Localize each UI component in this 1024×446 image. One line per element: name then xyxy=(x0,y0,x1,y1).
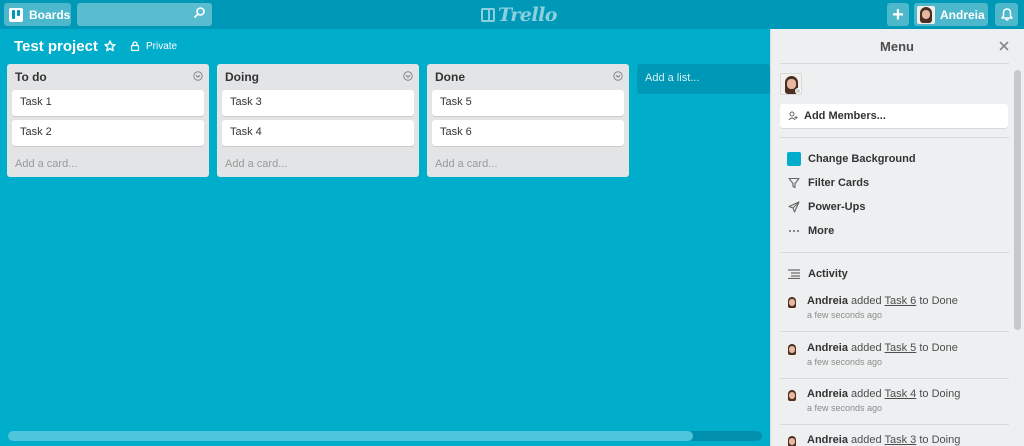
menu-item-label: Power-Ups xyxy=(808,201,866,213)
activity-list-name: Doing xyxy=(931,388,961,400)
list-title[interactable]: To do xyxy=(15,70,47,84)
activity-list-icon xyxy=(788,269,800,279)
search-input[interactable] xyxy=(77,3,212,26)
activity-user[interactable]: Andreia xyxy=(807,295,848,307)
trello-logo-icon xyxy=(481,7,495,22)
filter-icon xyxy=(788,177,800,189)
card-task-4[interactable]: Task 4 xyxy=(222,120,414,146)
divider xyxy=(780,331,1009,332)
activity-list-name: Doing xyxy=(931,434,961,446)
close-icon[interactable] xyxy=(999,41,1009,51)
avatar xyxy=(786,436,798,446)
chevron-down-icon[interactable] xyxy=(613,71,623,81)
list-doing: Doing Task 3 Task 4 Add a card... xyxy=(217,64,419,177)
card-task-6[interactable]: Task 6 xyxy=(432,120,624,146)
chevron-down-icon[interactable] xyxy=(403,71,413,81)
activity-header: Activity xyxy=(786,265,848,283)
add-list-button[interactable]: Add a list... xyxy=(637,64,770,94)
more-dots-icon xyxy=(789,230,799,232)
activity-time[interactable]: a few seconds ago xyxy=(807,357,882,367)
add-card-link[interactable]: Add a card... xyxy=(225,158,287,170)
add-card-link[interactable]: Add a card... xyxy=(435,158,497,170)
add-member-icon xyxy=(788,111,798,121)
board-menu-sidebar: Menu Add Members... Change Background Fi… xyxy=(770,29,1024,446)
activity-time[interactable]: a few seconds ago xyxy=(807,310,882,320)
create-button[interactable]: + xyxy=(887,3,909,26)
activity-label: Activity xyxy=(808,268,848,280)
avatar xyxy=(786,344,798,356)
activity-user[interactable]: Andreia xyxy=(807,434,848,446)
notifications-button[interactable] xyxy=(995,3,1018,26)
menu-item-label: More xyxy=(808,225,835,237)
chevron-down-icon[interactable] xyxy=(193,71,203,81)
background-swatch-icon xyxy=(787,152,801,166)
board-title[interactable]: Test project xyxy=(14,38,98,55)
divider xyxy=(780,137,1009,138)
member-avatar[interactable] xyxy=(780,73,802,95)
add-members-label: Add Members... xyxy=(804,110,886,122)
user-menu-button[interactable]: Andreia xyxy=(914,3,988,26)
search-icon[interactable] xyxy=(194,7,205,18)
activity-card-link[interactable]: Task 4 xyxy=(884,388,916,400)
power-ups-item[interactable]: Power-Ups xyxy=(786,198,865,216)
activity-list-name: Done xyxy=(931,342,958,354)
lock-icon xyxy=(130,41,140,51)
change-background-item[interactable]: Change Background xyxy=(786,150,916,168)
card-task-5[interactable]: Task 5 xyxy=(432,90,624,116)
activity-time[interactable]: a few seconds ago xyxy=(807,403,882,413)
rocket-icon xyxy=(788,201,800,213)
star-icon[interactable] xyxy=(104,40,116,52)
list-to-do: To do Task 1 Task 2 Add a card... xyxy=(7,64,209,177)
activity-card-link[interactable]: Task 6 xyxy=(884,295,916,307)
boards-icon xyxy=(9,7,23,22)
avatar xyxy=(786,390,798,402)
menu-item-label: Change Background xyxy=(808,153,916,165)
filter-cards-item[interactable]: Filter Cards xyxy=(786,174,869,192)
logo-text: Trello xyxy=(498,3,557,26)
activity-user[interactable]: Andreia xyxy=(807,342,848,354)
boards-label: Boards xyxy=(29,7,71,22)
activity-card-link[interactable]: Task 3 xyxy=(884,434,916,446)
activity-card-link[interactable]: Task 5 xyxy=(884,342,916,354)
divider xyxy=(780,252,1009,253)
avatar xyxy=(917,5,935,24)
add-card-link[interactable]: Add a card... xyxy=(15,158,77,170)
menu-title: Menu xyxy=(880,39,914,54)
bell-icon xyxy=(1000,8,1013,21)
divider xyxy=(780,424,1009,425)
activity-list-name: Done xyxy=(931,295,958,307)
plus-icon: + xyxy=(892,3,904,26)
card-task-1[interactable]: Task 1 xyxy=(12,90,204,116)
menu-item-label: Filter Cards xyxy=(808,177,870,189)
boards-button[interactable]: Boards xyxy=(4,3,71,26)
privacy-button[interactable]: Private xyxy=(146,41,177,52)
avatar xyxy=(786,297,798,309)
card-task-3[interactable]: Task 3 xyxy=(222,90,414,116)
list-title[interactable]: Done xyxy=(435,70,465,84)
scrollbar-thumb[interactable] xyxy=(8,431,693,441)
top-header: Boards Trello + Andreia xyxy=(0,0,1024,29)
add-members-button[interactable]: Add Members... xyxy=(780,104,1008,128)
more-item[interactable]: More xyxy=(786,222,834,240)
card-task-2[interactable]: Task 2 xyxy=(12,120,204,146)
list-title[interactable]: Doing xyxy=(225,70,259,84)
trello-logo[interactable]: Trello xyxy=(481,3,557,26)
activity-user[interactable]: Andreia xyxy=(807,388,848,400)
user-name: Andreia xyxy=(940,7,985,22)
divider xyxy=(780,378,1009,379)
horizontal-scrollbar[interactable] xyxy=(8,431,762,441)
divider xyxy=(780,63,1009,64)
menu-scrollbar[interactable] xyxy=(1014,70,1021,330)
list-done: Done Task 5 Task 6 Add a card... xyxy=(427,64,629,177)
